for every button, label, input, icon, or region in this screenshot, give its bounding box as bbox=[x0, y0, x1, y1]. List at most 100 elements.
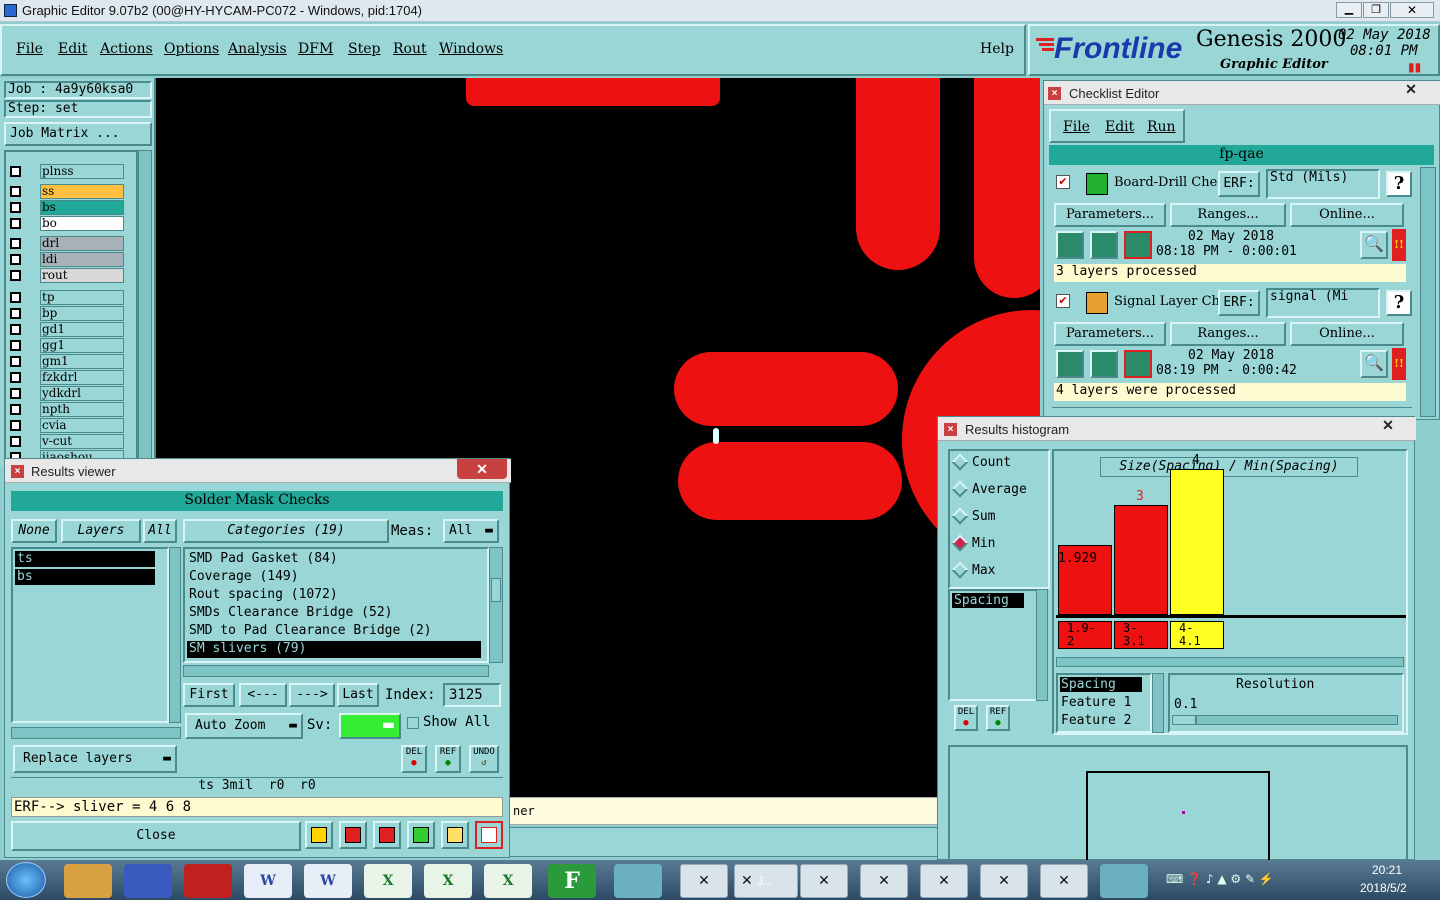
checklist-menu-run[interactable]: Run bbox=[1147, 119, 1176, 135]
layer-row[interactable]: plnss bbox=[8, 164, 124, 179]
results-close-button[interactable]: ✕ bbox=[457, 459, 507, 479]
taskbar-eye-icon[interactable] bbox=[1100, 864, 1148, 898]
resolution-slider[interactable] bbox=[1172, 715, 1398, 725]
maximize-button[interactable]: ❐ bbox=[1363, 2, 1389, 18]
meas-dropdown[interactable]: All ▬ bbox=[443, 519, 499, 543]
taskbar-genesis-window[interactable]: ✕ bbox=[1040, 864, 1088, 898]
mode-option-count[interactable]: Count bbox=[951, 453, 1050, 475]
layer-row[interactable]: tp bbox=[8, 290, 124, 305]
layer-name[interactable]: fzkdrl bbox=[40, 370, 124, 385]
category-item[interactable]: Coverage (149) bbox=[187, 569, 481, 586]
layer-row[interactable]: ydkdrl bbox=[8, 386, 124, 401]
parameters-button[interactable]: Parameters... bbox=[1054, 203, 1166, 227]
help-button[interactable]: ? bbox=[1386, 290, 1412, 316]
layer-checkbox[interactable] bbox=[10, 254, 21, 265]
layer-name[interactable]: rout bbox=[40, 268, 124, 283]
category-hscroll[interactable] bbox=[183, 665, 489, 677]
histogram-ref-button[interactable]: REF ● bbox=[986, 705, 1010, 731]
layer-name[interactable]: gd1 bbox=[40, 322, 124, 337]
ranges-button[interactable]: Ranges... bbox=[1170, 203, 1286, 227]
result-layer-item[interactable]: ts bbox=[15, 551, 155, 567]
first-button[interactable]: First bbox=[183, 683, 235, 707]
last-button[interactable]: Last bbox=[337, 683, 379, 707]
menu-windows[interactable]: Windows bbox=[439, 41, 503, 57]
category-item[interactable]: SMDs Clearance Bridge (52) bbox=[187, 605, 481, 622]
layer-name[interactable]: gm1 bbox=[40, 354, 124, 369]
taskbar-excel-icon[interactable]: X bbox=[424, 864, 472, 898]
menu-analysis[interactable]: Analysis bbox=[228, 41, 287, 57]
layers-all-button[interactable]: All bbox=[143, 519, 177, 543]
layer-name[interactable]: bp bbox=[40, 306, 124, 321]
minimize-button[interactable]: ▁ bbox=[1336, 2, 1362, 18]
layer-name[interactable]: bo bbox=[40, 216, 124, 231]
layer-name[interactable]: plnss bbox=[40, 164, 124, 179]
toolbar-chart-icon[interactable] bbox=[305, 821, 333, 849]
layer-row[interactable]: ldi bbox=[8, 252, 124, 267]
next-button[interactable]: ---> bbox=[289, 683, 335, 707]
results-del-button[interactable]: DEL ● bbox=[401, 745, 427, 773]
toolbar-flag-icon[interactable] bbox=[339, 821, 367, 849]
checklist-close-button[interactable]: ✕ bbox=[1386, 81, 1436, 99]
feature-list-item[interactable]: Feature 1 bbox=[1060, 695, 1142, 710]
taskbar-genesis-window[interactable]: ✕ bbox=[860, 864, 908, 898]
layer-checkbox[interactable] bbox=[10, 238, 21, 249]
layer-name[interactable]: npth bbox=[40, 402, 124, 417]
layer-checkbox[interactable] bbox=[10, 218, 21, 229]
layer-name[interactable]: bs bbox=[40, 200, 124, 215]
layer-checkbox[interactable] bbox=[10, 372, 21, 383]
menu-actions[interactable]: Actions bbox=[100, 41, 153, 57]
category-item[interactable]: SMD Pad Gasket (84) bbox=[187, 551, 481, 568]
start-button[interactable] bbox=[6, 862, 46, 898]
taskbar-app-save-icon[interactable] bbox=[124, 864, 172, 898]
result-layer-item[interactable]: bs bbox=[15, 569, 155, 585]
sv-color-dropdown[interactable]: ▬ bbox=[339, 713, 401, 739]
run-fix-icon[interactable] bbox=[1090, 350, 1118, 378]
layer-row[interactable]: bs bbox=[8, 200, 124, 215]
layer-checkbox[interactable] bbox=[10, 388, 21, 399]
layer-name[interactable]: ldi bbox=[40, 252, 124, 267]
toolbar-histogram-icon[interactable] bbox=[475, 821, 503, 849]
checklist-scrollbar[interactable] bbox=[1420, 167, 1436, 417]
toolbar-report-icon[interactable] bbox=[441, 821, 469, 849]
menu-rout[interactable]: Rout bbox=[393, 41, 427, 57]
mode-option-sum[interactable]: Sum bbox=[951, 507, 1050, 529]
results-ref-button[interactable]: REF ● bbox=[435, 745, 461, 773]
taskbar-genesis-window[interactable]: ✕ bbox=[800, 864, 848, 898]
chart-hscroll[interactable] bbox=[1056, 657, 1404, 667]
histogram-close-button[interactable]: ✕ bbox=[1368, 417, 1408, 437]
run-fix-icon[interactable] bbox=[1090, 231, 1118, 259]
layer-name[interactable]: gg1 bbox=[40, 338, 124, 353]
online-button[interactable]: Online... bbox=[1290, 322, 1404, 346]
layer-checkbox[interactable] bbox=[10, 340, 21, 351]
layer-checkbox[interactable] bbox=[10, 420, 21, 431]
index-input[interactable]: 3125 bbox=[443, 683, 501, 707]
job-matrix-button[interactable]: Job Matrix ... bbox=[4, 122, 152, 146]
layer-row[interactable]: bo bbox=[8, 216, 124, 231]
feature-list-item[interactable]: Feature 2 bbox=[1060, 713, 1142, 728]
system-tray-icons[interactable]: ⌨ ❓ ♪ ▲ ⚙ ✎ ⚡ bbox=[1166, 872, 1346, 888]
layer-name[interactable]: drl bbox=[40, 236, 124, 251]
taskbar-genesis-window-j[interactable]: ✕ J... bbox=[734, 864, 798, 898]
auto-zoom-dropdown[interactable]: Auto Zoom ▬ bbox=[185, 713, 303, 739]
layer-row[interactable]: ss bbox=[8, 184, 124, 199]
layer-row[interactable]: cvia bbox=[8, 418, 124, 433]
mode-option-max[interactable]: Max bbox=[951, 561, 1050, 583]
layer-row[interactable]: gd1 bbox=[8, 322, 124, 337]
results-close-action[interactable]: Close bbox=[11, 821, 301, 851]
checklist-menu-edit[interactable]: Edit bbox=[1105, 119, 1134, 135]
parameters-button[interactable]: Parameters... bbox=[1054, 322, 1166, 346]
taskbar-frontline-icon[interactable]: F bbox=[548, 864, 596, 898]
feature-list-scrollbar[interactable] bbox=[1152, 673, 1164, 733]
magnify-icon[interactable]: 🔍 bbox=[1360, 231, 1388, 259]
taskbar-genesis-window[interactable]: ✕ bbox=[680, 864, 728, 898]
results-layer-hscroll[interactable] bbox=[11, 727, 181, 739]
show-all-checkbox[interactable] bbox=[407, 717, 419, 729]
layer-checkbox[interactable] bbox=[10, 404, 21, 415]
menu-options[interactable]: Options bbox=[164, 41, 219, 57]
taskbar-app-g-icon[interactable] bbox=[184, 864, 232, 898]
taskbar-excel-icon[interactable]: X bbox=[484, 864, 532, 898]
layer-checkbox[interactable] bbox=[10, 436, 21, 447]
replace-layers-dropdown[interactable]: Replace layers ▬ bbox=[13, 745, 177, 773]
layer-checkbox[interactable] bbox=[10, 356, 21, 367]
run-stop-icon[interactable] bbox=[1124, 350, 1152, 378]
